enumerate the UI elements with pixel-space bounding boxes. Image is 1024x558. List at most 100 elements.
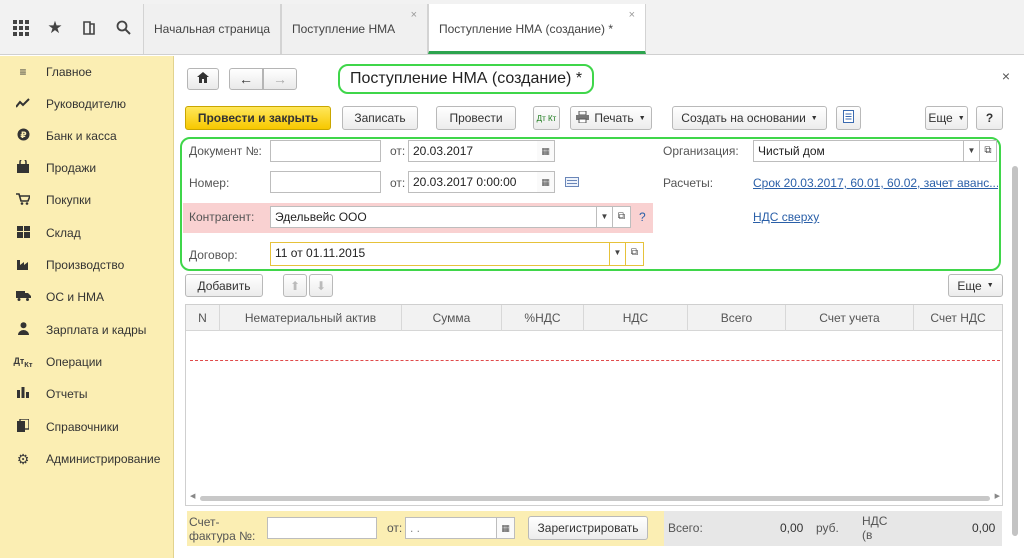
register-button[interactable]: Зарегистрировать (528, 516, 648, 540)
print-button[interactable]: Печать ▼ (570, 106, 652, 130)
sidebar-item-references[interactable]: Справочники (0, 413, 174, 441)
horizontal-scrollbar[interactable]: ◀ ▶ (190, 492, 1000, 502)
more-button[interactable]: Еще ▼ (925, 106, 968, 130)
move-up-button[interactable]: ⬆ (283, 274, 307, 297)
calendar-icon[interactable]: ▦ (537, 171, 555, 193)
sidebar-item-production[interactable]: Производство (0, 251, 174, 279)
column-header[interactable]: Всего (688, 305, 786, 331)
contractor-input[interactable]: Эдельвейс ООО (270, 206, 597, 228)
more-label: Еще (928, 111, 953, 125)
contractor-help-icon[interactable]: ? (639, 210, 646, 224)
sidebar-item-warehouse[interactable]: Склад (0, 219, 174, 247)
search-icon[interactable] (106, 0, 140, 55)
number-date-input[interactable]: 20.03.2017 0:00:00 (408, 171, 538, 193)
items-table[interactable]: N Нематериальный актив Сумма %НДС НДС Вс… (185, 304, 1003, 506)
table-header: N Нематериальный актив Сумма %НДС НДС Вс… (186, 305, 1002, 331)
chevron-down-icon[interactable]: ▼ (597, 206, 613, 228)
sidebar-item-purchases[interactable]: Покупки (0, 186, 174, 214)
total-value: 0,00 (780, 521, 804, 535)
create-based-on-button[interactable]: Создать на основании ▼ (672, 106, 827, 130)
column-header[interactable]: %НДС (502, 305, 584, 331)
sidebar-item-administration[interactable]: ⚙ Администрирование (0, 445, 174, 473)
open-icon[interactable]: ⧉ (613, 206, 631, 228)
chevron-down-icon: ▼ (957, 114, 965, 122)
history-icon[interactable] (72, 0, 106, 55)
open-icon[interactable]: ⧉ (980, 140, 997, 162)
contract-input[interactable]: 11 от 01.11.2015 (270, 242, 610, 266)
column-header[interactable]: N (186, 305, 220, 331)
vat-total-label: НДС (в (862, 514, 888, 542)
chevron-down-icon[interactable]: ▼ (964, 140, 980, 162)
scroll-thumb[interactable] (1012, 166, 1018, 536)
column-header[interactable]: Сумма (402, 305, 502, 331)
back-button[interactable]: ← (229, 68, 263, 90)
sidebar-item-salary[interactable]: Зарплата и кадры (0, 316, 174, 344)
sidebar-item-label: Производство (46, 258, 125, 272)
doc-number-input[interactable] (270, 140, 381, 162)
scroll-thumb[interactable] (200, 496, 990, 501)
apps-grid-icon[interactable] (4, 0, 38, 55)
column-header[interactable]: Счет учета (786, 305, 914, 331)
column-header[interactable]: Счет НДС (914, 305, 1002, 331)
post-button[interactable]: Провести (436, 106, 516, 130)
sidebar-item-manager[interactable]: Руководителю (0, 90, 174, 118)
tab-nma-receipt[interactable]: Поступление НМА × (281, 4, 428, 54)
move-down-button[interactable]: ⬇ (309, 274, 333, 297)
post-and-close-button[interactable]: Провести и закрыть (185, 106, 331, 130)
scroll-right-icon[interactable]: ▶ (995, 492, 1000, 500)
add-row-button[interactable]: Добавить (185, 274, 263, 297)
number-date-label: от: (390, 176, 406, 190)
arrow-right-icon: → (273, 71, 287, 87)
column-header[interactable]: Нематериальный актив (220, 305, 402, 331)
table-more-button[interactable]: Еще ▼ (948, 274, 1003, 297)
calendar-icon[interactable]: ▦ (537, 140, 555, 162)
sidebar-item-label: Администрирование (46, 452, 161, 466)
arrow-left-icon: ← (239, 71, 253, 87)
home-icon (197, 72, 209, 86)
sidebar-item-bank[interactable]: ₽ Банк и касса (0, 122, 174, 150)
close-icon[interactable]: × (411, 9, 417, 21)
comment-icon[interactable] (565, 176, 581, 187)
vertical-scrollbar[interactable] (1011, 156, 1019, 546)
sidebar-item-label: Операции (46, 355, 103, 369)
sidebar-item-main[interactable]: ≡ Главное (0, 58, 174, 86)
sidebar-item-sales[interactable]: Продажи (0, 154, 174, 182)
settlements-link[interactable]: Срок 20.03.2017, 60.01, 60.02, зачет ава… (753, 176, 998, 190)
tab-nma-receipt-create[interactable]: Поступление НМА (создание) * × (428, 4, 646, 54)
forward-button[interactable]: → (263, 68, 297, 90)
trend-chart-icon (10, 97, 36, 111)
page-title: Поступление НМА (создание) * (338, 64, 595, 94)
invoice-date-input[interactable]: . . (405, 517, 497, 539)
debit-credit-button[interactable]: Дт Кт (533, 106, 560, 130)
svg-text:₽: ₽ (20, 131, 26, 141)
debit-credit-icon: ДтКт (13, 355, 33, 369)
save-button[interactable]: Записать (342, 106, 418, 130)
number-input[interactable] (270, 171, 381, 193)
doc-date-input[interactable]: 20.03.2017 (408, 140, 538, 162)
chevron-down-icon: ▼ (638, 114, 646, 122)
sidebar-item-operations[interactable]: ДтКт Операции (0, 348, 174, 376)
star-icon[interactable]: ★ (38, 0, 72, 55)
invoice-number-input[interactable] (267, 517, 377, 539)
chevron-down-icon[interactable]: ▼ (610, 242, 626, 266)
report-structure-button[interactable] (836, 106, 861, 130)
person-icon (10, 322, 36, 338)
vat-on-top-link[interactable]: НДС сверху (753, 210, 819, 224)
home-button[interactable] (187, 68, 219, 90)
column-header[interactable]: НДС (584, 305, 688, 331)
tab-home[interactable]: Начальная страница (143, 4, 281, 54)
sidebar-item-label: Продажи (46, 161, 97, 175)
close-form-icon[interactable]: × (1002, 68, 1010, 84)
sidebar: ≡ Главное Руководителю ₽ Банк и касса Пр… (0, 56, 174, 558)
open-icon[interactable]: ⧉ (626, 242, 644, 266)
organization-input[interactable]: Чистый дом (753, 140, 964, 162)
gear-icon: ⚙ (16, 450, 30, 467)
sidebar-item-label: Отчеты (46, 387, 88, 401)
scroll-left-icon[interactable]: ◀ (190, 492, 195, 500)
calendar-icon[interactable]: ▦ (497, 517, 515, 539)
sidebar-item-assets[interactable]: ОС и НМА (0, 283, 174, 311)
help-button[interactable]: ? (976, 106, 1003, 130)
sidebar-item-label: Зарплата и кадры (46, 323, 147, 337)
sidebar-item-reports[interactable]: Отчеты (0, 380, 174, 408)
close-icon[interactable]: × (629, 9, 635, 21)
